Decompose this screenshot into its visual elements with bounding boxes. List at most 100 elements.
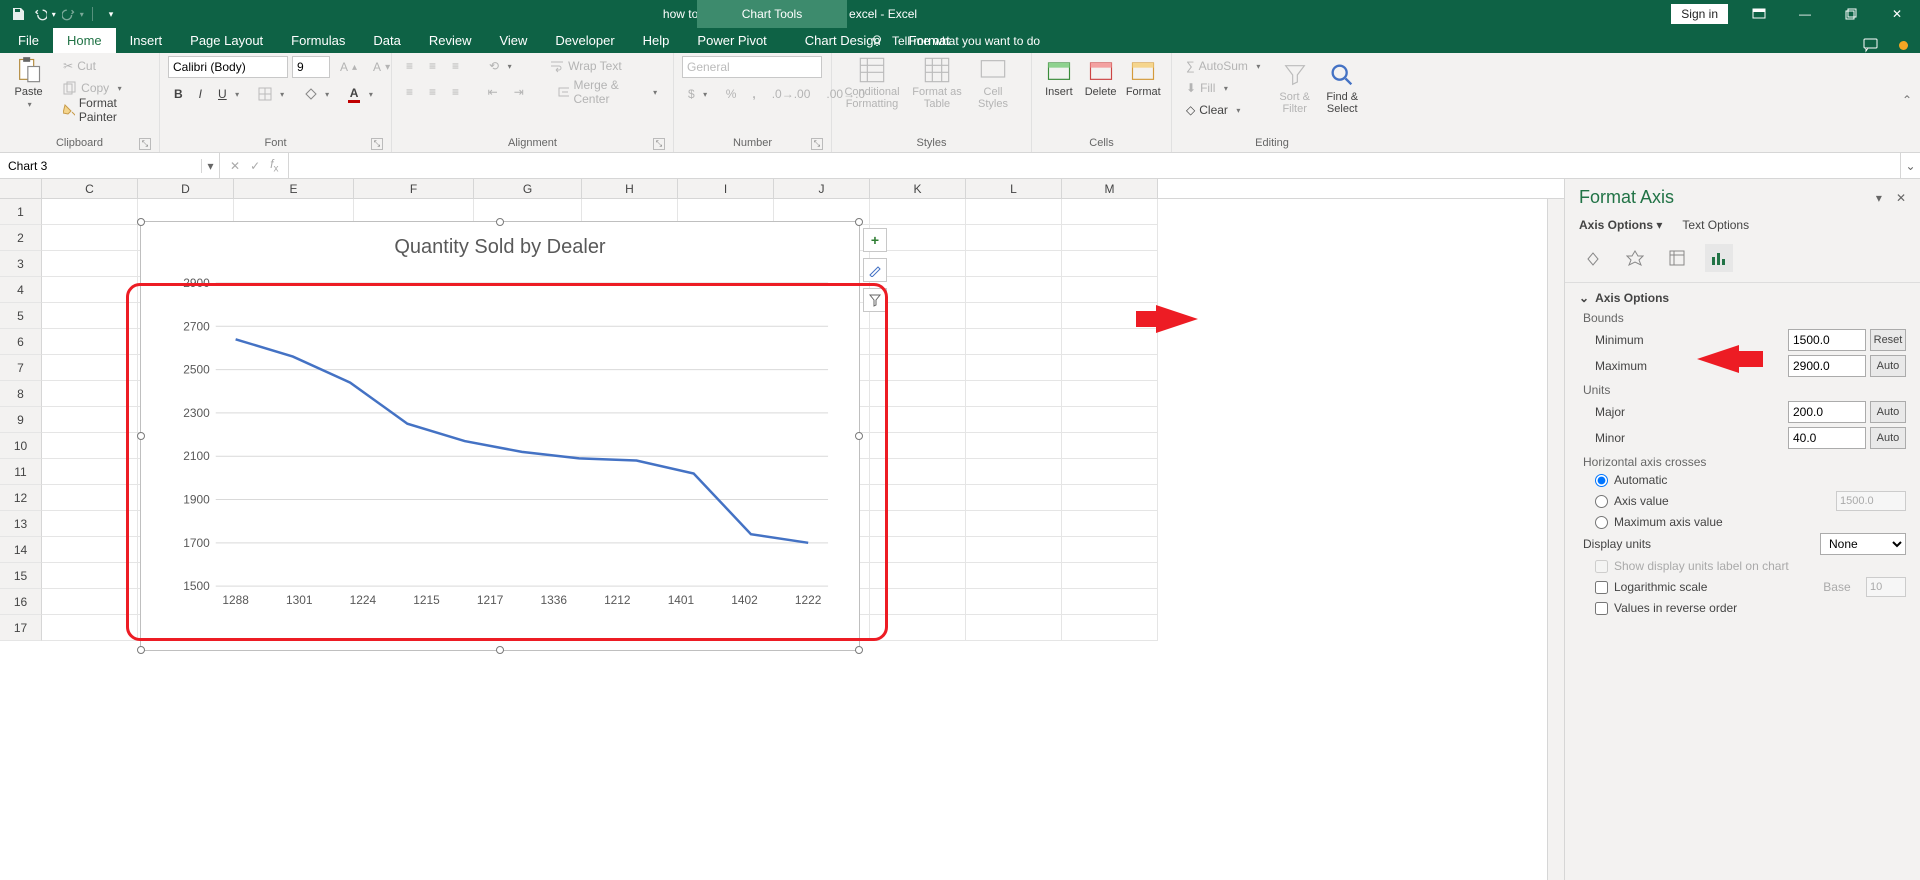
decrease-indent-icon[interactable]: ⇤ xyxy=(482,82,504,102)
cell[interactable] xyxy=(966,511,1062,537)
cell[interactable] xyxy=(1062,381,1158,407)
clipboard-launcher-icon[interactable]: ⤡ xyxy=(139,138,151,150)
row-header[interactable]: 12 xyxy=(0,485,42,511)
row-header[interactable]: 14 xyxy=(0,537,42,563)
pane-close-icon[interactable]: ✕ xyxy=(1896,191,1906,205)
comments-icon[interactable] xyxy=(1863,37,1879,53)
chart-filter-button[interactable] xyxy=(863,288,887,312)
col-header[interactable]: I xyxy=(678,179,774,198)
conditional-formatting-button[interactable]: Conditional Formatting xyxy=(840,56,904,110)
comma-format-icon[interactable]: , xyxy=(746,84,761,104)
redo-icon[interactable]: ▾ xyxy=(62,2,86,26)
cell[interactable] xyxy=(870,589,966,615)
font-launcher-icon[interactable]: ⤡ xyxy=(371,138,383,150)
col-header[interactable]: F xyxy=(354,179,474,198)
merge-center-button[interactable]: Merge & Center▾ xyxy=(552,82,665,102)
cell[interactable] xyxy=(966,303,1062,329)
cancel-formula-icon[interactable]: ✕ xyxy=(230,159,240,173)
effects-icon[interactable] xyxy=(1621,244,1649,272)
cell[interactable] xyxy=(966,199,1062,225)
crosses-max-radio[interactable]: Maximum axis value xyxy=(1595,515,1906,529)
cell[interactable] xyxy=(1062,277,1158,303)
align-bottom-icon[interactable]: ≡ xyxy=(446,56,465,76)
wrap-text-button[interactable]: Wrap Text xyxy=(544,56,628,76)
cell[interactable] xyxy=(966,589,1062,615)
align-left-icon[interactable]: ≡ xyxy=(400,82,419,102)
cell[interactable] xyxy=(42,537,138,563)
undo-icon[interactable]: ▾ xyxy=(34,2,58,26)
bounds-max-input[interactable] xyxy=(1788,355,1866,377)
crosses-axis-value-radio[interactable]: Axis value xyxy=(1595,491,1906,511)
name-box-input[interactable] xyxy=(0,153,201,178)
cell[interactable] xyxy=(42,615,138,641)
align-right-icon[interactable]: ≡ xyxy=(446,82,465,102)
worksheet[interactable]: C D E F G H I J K L M 123456789101112131… xyxy=(0,179,1564,880)
cell[interactable] xyxy=(966,433,1062,459)
col-header[interactable]: L xyxy=(966,179,1062,198)
cell[interactable] xyxy=(966,459,1062,485)
row-header[interactable]: 4 xyxy=(0,277,42,303)
units-major-input[interactable] xyxy=(1788,401,1866,423)
cell[interactable] xyxy=(1062,459,1158,485)
tab-developer[interactable]: Developer xyxy=(541,28,628,53)
bounds-min-input[interactable] xyxy=(1788,329,1866,351)
increase-decimal-icon[interactable]: .0→.00 xyxy=(766,84,817,104)
orientation-icon[interactable]: ⟲▾ xyxy=(483,56,520,76)
cut-button[interactable]: ✂Cut xyxy=(57,56,151,76)
cell[interactable] xyxy=(966,251,1062,277)
sort-filter-button[interactable]: Sort & Filter xyxy=(1273,61,1317,115)
col-header[interactable]: E xyxy=(234,179,354,198)
cell[interactable] xyxy=(42,407,138,433)
cell[interactable] xyxy=(966,355,1062,381)
format-as-table-button[interactable]: Format as Table xyxy=(908,56,966,110)
cell[interactable] xyxy=(966,537,1062,563)
display-units-select[interactable]: None xyxy=(1820,533,1906,555)
accounting-format-icon[interactable]: $▾ xyxy=(682,84,716,104)
font-size-select[interactable] xyxy=(292,56,330,78)
cell[interactable] xyxy=(966,407,1062,433)
tab-insert[interactable]: Insert xyxy=(116,28,177,53)
cell[interactable] xyxy=(870,381,966,407)
col-header[interactable]: H xyxy=(582,179,678,198)
tab-formulas[interactable]: Formulas xyxy=(277,28,359,53)
cell[interactable] xyxy=(42,433,138,459)
autosum-button[interactable]: ∑AutoSum▾ xyxy=(1180,56,1269,76)
cell[interactable] xyxy=(870,615,966,641)
increase-font-icon[interactable]: A▴ xyxy=(334,57,363,77)
crosses-automatic-radio[interactable]: Automatic xyxy=(1595,473,1906,487)
ribbon-display-icon[interactable] xyxy=(1736,0,1782,28)
maximize-icon[interactable] xyxy=(1828,0,1874,28)
tab-power-pivot[interactable]: Power Pivot xyxy=(683,28,780,53)
number-format-select[interactable] xyxy=(682,56,822,78)
row-header[interactable]: 16 xyxy=(0,589,42,615)
clear-button[interactable]: ◇Clear▾ xyxy=(1180,100,1269,120)
tab-view[interactable]: View xyxy=(485,28,541,53)
cell[interactable] xyxy=(1062,433,1158,459)
col-header[interactable]: G xyxy=(474,179,582,198)
cell[interactable] xyxy=(1062,589,1158,615)
collapse-ribbon-icon[interactable]: ⌃ xyxy=(1902,93,1912,107)
size-properties-icon[interactable] xyxy=(1663,244,1691,272)
font-color-button[interactable]: A▾ xyxy=(342,84,382,104)
format-painter-button[interactable]: Format Painter xyxy=(57,100,151,120)
vertical-scrollbar[interactable] xyxy=(1547,199,1564,880)
italic-button[interactable]: I xyxy=(193,84,208,104)
plot-area[interactable]: 2900270025002300210019001700150012881301… xyxy=(171,277,839,610)
row-header[interactable]: 6 xyxy=(0,329,42,355)
fx-icon[interactable]: fx xyxy=(270,157,278,174)
delete-cells-button[interactable]: Delete xyxy=(1082,56,1120,98)
copy-button[interactable]: Copy▾ xyxy=(57,78,151,98)
cell[interactable] xyxy=(42,511,138,537)
cell[interactable] xyxy=(1062,511,1158,537)
col-header[interactable]: C xyxy=(42,179,138,198)
cell[interactable] xyxy=(42,277,138,303)
cell[interactable] xyxy=(870,433,966,459)
cell[interactable] xyxy=(42,199,138,225)
pane-tab-text-options[interactable]: Text Options xyxy=(1682,218,1749,232)
row-header[interactable]: 13 xyxy=(0,511,42,537)
cell[interactable] xyxy=(870,485,966,511)
embedded-chart[interactable]: Quantity Sold by Dealer 2900270025002300… xyxy=(140,221,860,651)
paste-button[interactable]: Paste▾ xyxy=(8,56,49,109)
name-box[interactable]: ▾ xyxy=(0,153,220,178)
cell[interactable] xyxy=(42,563,138,589)
